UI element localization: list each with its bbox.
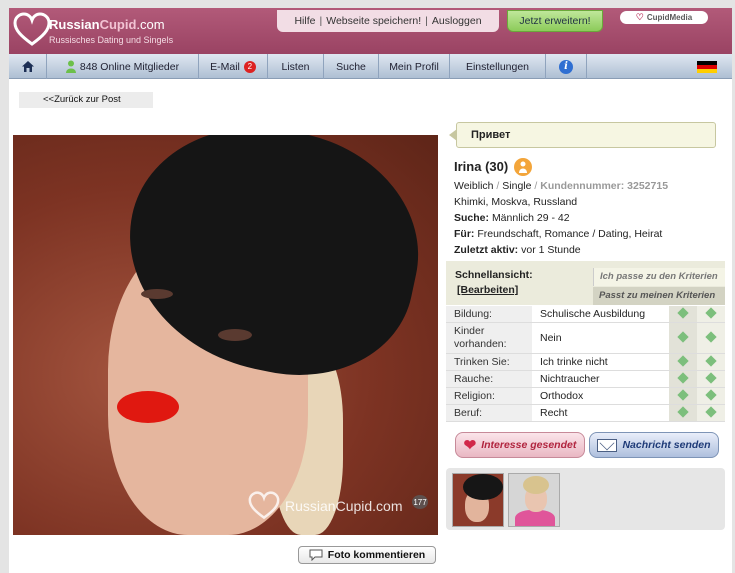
- table-row: Bildung: Schulische Ausbildung: [446, 306, 725, 323]
- brand-title[interactable]: RussianCupid.com: [49, 17, 165, 32]
- nav-info[interactable]: i: [546, 54, 587, 79]
- send-message-button[interactable]: Nachricht senden: [589, 432, 719, 458]
- edit-link[interactable]: [Bearbeiten]: [457, 284, 518, 296]
- relationship-status: Single: [502, 180, 532, 192]
- online-status-icon: [514, 158, 533, 176]
- info-icon: i: [559, 59, 573, 74]
- profile-name: Irina (30): [454, 159, 509, 174]
- last-active-value: vor 1 Stunde: [521, 244, 581, 256]
- back-to-mail-link[interactable]: <<Zurück zur Post: [19, 92, 153, 108]
- search-value: Männlich 29 - 42: [491, 212, 570, 224]
- match-indicator: [677, 307, 689, 319]
- criteria-i-match[interactable]: Ich passe zu den Kriterien: [593, 268, 725, 286]
- criteria-matches-mine[interactable]: Passt zu meinen Kriterien: [593, 287, 725, 305]
- brand-subtitle: Russisches Dating und Singels: [49, 35, 174, 45]
- nav-my-profile[interactable]: Mein Profil: [379, 54, 450, 79]
- match-indicator: [677, 405, 689, 418]
- match-indicator: [677, 354, 689, 367]
- home-icon: [21, 61, 34, 72]
- details-table: Bildung: Schulische Ausbildung Kinder vo…: [446, 306, 725, 422]
- greeting-bubble: Привет: [449, 122, 716, 148]
- table-row: Beruf: Recht: [446, 404, 725, 422]
- page: RussianCupid.com Russisches Dating und S…: [9, 8, 732, 573]
- cupidmedia-heart-icon: ♡: [635, 12, 644, 22]
- quick-view-title: Schnellansicht:: [455, 269, 533, 281]
- nav-email[interactable]: E-Mail 2: [199, 54, 268, 79]
- match-indicator: [677, 388, 689, 401]
- table-row: Kinder vorhanden: Nein: [446, 322, 725, 354]
- nav-search[interactable]: Suche: [324, 54, 379, 79]
- save-website-link[interactable]: Webseite speichern!: [326, 15, 421, 27]
- match-indicator: [705, 307, 717, 319]
- match-indicator: [705, 354, 717, 367]
- photo-watermark: RussianCupid.com: [247, 491, 403, 521]
- quick-view-header: Schnellansicht: [Bearbeiten] Ich passe z…: [446, 261, 725, 305]
- customer-number: 3252715: [627, 180, 669, 192]
- nav-settings[interactable]: Einstellungen: [450, 54, 546, 79]
- table-row: Trinken Sie: Ich trinke nicht: [446, 353, 725, 371]
- watermark-heart-icon: [248, 491, 280, 520]
- for-value: Freundschaft, Romance / Dating, Heirat: [477, 228, 663, 240]
- heart-logo-icon[interactable]: [13, 12, 51, 48]
- main-nav: 848 Online Mitglieder E-Mail 2 Listen Su…: [9, 54, 732, 79]
- thumbnail-photo-1[interactable]: [452, 473, 504, 527]
- match-indicator: [677, 371, 689, 384]
- profile-info: Irina (30) Weiblich / Single / Kundennum…: [454, 158, 734, 258]
- top-links: Hilfe | Webseite speichern! | Ausloggen: [277, 10, 499, 32]
- interest-sent-button[interactable]: ❤ Interesse gesendet: [455, 432, 585, 458]
- photo-thumbnails: [446, 468, 725, 530]
- profile-photo[interactable]: RussianCupid.com 177: [13, 135, 438, 535]
- match-indicator: [705, 388, 717, 401]
- for-label: Für:: [454, 228, 475, 240]
- heart-icon: ❤: [463, 437, 477, 454]
- photo-number-badge: 177: [412, 495, 428, 509]
- table-row: Rauche: Nichtraucher: [446, 370, 725, 388]
- thumbnail-photo-2[interactable]: [508, 473, 560, 527]
- nav-online-members[interactable]: 848 Online Mitglieder: [47, 54, 199, 79]
- last-active-label: Zuletzt aktiv:: [454, 244, 519, 256]
- match-indicator: [705, 405, 717, 418]
- comment-icon: [309, 549, 323, 561]
- match-indicator: [677, 330, 689, 343]
- header: RussianCupid.com Russisches Dating und S…: [9, 8, 732, 54]
- comment-photo-button[interactable]: Foto kommentieren: [298, 546, 436, 564]
- gender: Weiblich: [454, 180, 494, 192]
- email-count-badge: 2: [243, 60, 256, 73]
- online-person-icon: [65, 60, 76, 73]
- match-indicator: [705, 371, 717, 384]
- upgrade-button[interactable]: Jetzt erweitern!: [507, 10, 603, 32]
- location: Khimki, Moskva, Russland: [454, 196, 578, 208]
- german-flag-icon[interactable]: [697, 61, 717, 73]
- table-row: Religion: Orthodox: [446, 387, 725, 405]
- cupidmedia-logo[interactable]: ♡ CupidMedia: [620, 11, 708, 24]
- envelope-icon: [597, 438, 618, 452]
- search-label: Suche:: [454, 212, 490, 224]
- logout-link[interactable]: Ausloggen: [432, 15, 482, 27]
- help-link[interactable]: Hilfe: [294, 15, 315, 27]
- match-indicator: [705, 330, 717, 343]
- nav-lists[interactable]: Listen: [268, 54, 324, 79]
- customer-number-label: Kundennummer:: [540, 180, 625, 192]
- nav-home[interactable]: [9, 54, 47, 79]
